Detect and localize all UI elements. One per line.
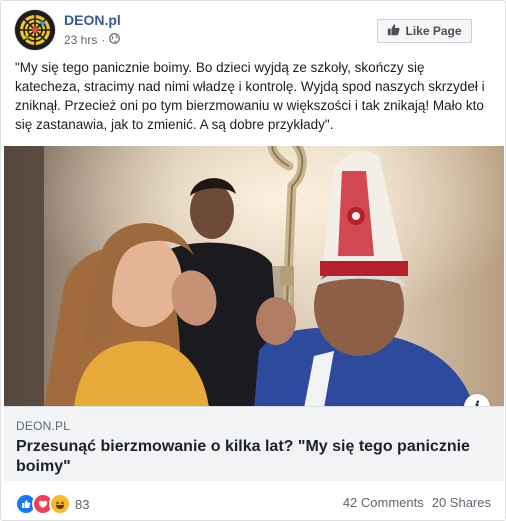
link-title[interactable]: Przesunąć bierzmowanie o kilka lat? "My … — [16, 437, 486, 477]
link-domain: DEON.PL — [16, 419, 71, 433]
reactions-summary[interactable]: 83 — [15, 493, 89, 515]
like-page-label: Like Page — [405, 24, 462, 38]
post-header: DEON.pl 23 hrs · Like Page — [15, 10, 505, 52]
comments-count-link[interactable]: 42 Comments — [343, 495, 424, 510]
link-preview[interactable]: DEON.PL Przesunąć bierzmowanie o kilka l… — [4, 406, 504, 481]
like-page-button[interactable]: Like Page — [377, 19, 472, 43]
page-avatar[interactable] — [15, 10, 55, 50]
reaction-count: 83 — [75, 496, 90, 512]
thumbs-up-icon — [387, 23, 400, 39]
globe-icon — [109, 33, 121, 47]
post-image[interactable] — [4, 146, 504, 408]
separator-dot: · — [101, 33, 106, 47]
timestamp[interactable]: 23 hrs — [64, 33, 97, 47]
shares-count-link[interactable]: 20 Shares — [432, 495, 491, 510]
post-footer: 83 42 Comments 20 Shares — [15, 491, 491, 515]
post-meta: 23 hrs · — [64, 33, 121, 47]
post-card: DEON.pl 23 hrs · Like Page "My się tego … — [0, 0, 506, 521]
engagement-stats: 42 Comments 20 Shares — [343, 495, 491, 510]
haha-icon — [49, 493, 71, 515]
post-text: "My się tego panicznie boimy. Bo dzieci … — [15, 60, 485, 132]
page-name-link[interactable]: DEON.pl — [64, 12, 121, 28]
